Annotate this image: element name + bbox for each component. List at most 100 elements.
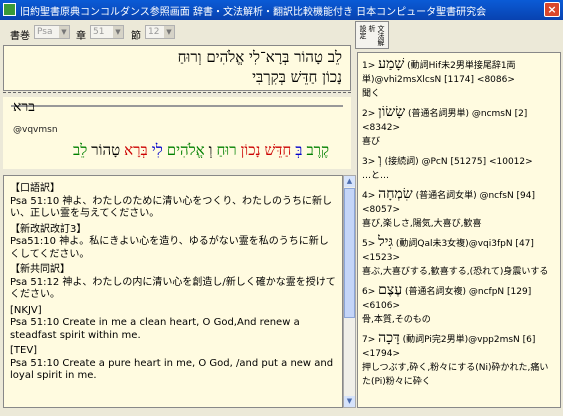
chevron-down-icon: ▼ <box>113 26 123 38</box>
lexicon-entry[interactable]: 7> דָּכָה (動詞Pi完2男単)@vpp2msN [6] <1794> 押し… <box>358 327 560 389</box>
lexicon-entry-number: 5> <box>362 239 379 249</box>
lexicon-definition: <6106> <box>362 301 400 311</box>
translation-text: Psa 51:10 Create in me a clean heart, O … <box>10 317 300 341</box>
lexicon-entry[interactable]: 6> עֶצֶם (普通名詞女複) @ncfpN [129] <6106> 骨,本質… <box>358 279 560 327</box>
lexicon-grammar: (普通名詞男単) @ncmsN [2] <box>405 109 528 119</box>
selected-word: ברא <box>13 99 36 115</box>
title-bar: 旧約聖書原典コンコルダンス参照画面 辞書・文法解析・翻訳比較機能付き 日本コンピ… <box>0 0 563 20</box>
verse-select-value: 12 <box>148 27 160 37</box>
chevron-down-icon: ▼ <box>164 26 174 38</box>
settings-parse-button[interactable]: 設定 文法解析 <box>355 21 389 49</box>
translation-scrollbar[interactable]: ▲ ▼ <box>343 175 356 408</box>
lexicon-definition: 喜び,楽しさ,陽気,大喜び,歓喜 <box>362 219 482 229</box>
lexicon-entry-head: 4> שִׂמְחָה (普通名詞女単) @ncfsN [94] <box>362 187 556 203</box>
verse-text-panel: לֵב טָהוֹר בְּרָא־לִי אֱלֹהִים וְרוּחַ נ… <box>3 45 351 91</box>
lexicon-entry-number: 1> <box>362 61 379 71</box>
lexicon-grammar: (動詞Pi完2男単)@vpp2msN [6] <box>399 335 536 345</box>
translation-text: Psa 51:12 神よ、わたしの内に清い心を創造し/新しく確かな霊を授けてくだ… <box>10 276 336 301</box>
colored-word[interactable]: חַדֵּשׁ <box>264 141 291 159</box>
translation-panel: 【口語訳】 Psa 51:10 神よ、わたしのために清い心をつくり、わたしのうちに… <box>3 175 343 408</box>
colored-word[interactable]: קֶרֶב <box>306 141 329 159</box>
colored-word[interactable]: בְּרָא <box>124 141 148 159</box>
book-select[interactable]: Psa ▼ <box>34 25 70 39</box>
lexicon-entry-number: 3> <box>362 157 379 167</box>
colored-word[interactable]: בְּ <box>295 141 302 159</box>
lexicon-definition: <8342> <box>362 123 400 133</box>
lexicon-entry[interactable]: 4> שִׂמְחָה (普通名詞女単) @ncfsN [94] <8057> 喜び… <box>358 183 560 231</box>
window-title: 旧約聖書原典コンコルダンス参照画面 辞書・文法解析・翻訳比較機能付き 日本コンピ… <box>20 7 487 18</box>
book-select-value: Psa <box>37 27 53 37</box>
lexicon-grammar: (接続詞) @PcN [51275] <10012> <box>381 157 533 167</box>
close-button[interactable]: × <box>544 2 560 17</box>
toolbar: 書巻 Psa ▼ 章 51 ▼ 節 12 ▼ <box>0 21 355 43</box>
lexicon-definition: <8057> <box>362 205 400 215</box>
lexicon-entry[interactable]: 1> שָׁמַע (動詞Hif未2男単接尾辞1両単)@vhi2msXlcsN … <box>358 53 560 101</box>
lexicon-entry-number: 6> <box>362 287 379 297</box>
translation-label: [TEV] <box>10 345 38 356</box>
translation-label: 【新改訳改訂3】 <box>10 223 87 235</box>
lexicon-grammar: (普通名詞女単) @ncfsN [94] <box>412 191 536 201</box>
scroll-down-icon[interactable]: ▼ <box>344 396 355 407</box>
verse-select[interactable]: 12 ▼ <box>145 25 175 39</box>
colored-word[interactable]: נָכוֹן <box>241 141 261 159</box>
chapter-select[interactable]: 51 ▼ <box>90 25 124 39</box>
lexicon-entry-head: 2> שָׂשׂוֹן (普通名詞男単) @ncmsN [2] <box>362 105 556 121</box>
word-divider <box>11 105 343 107</box>
hebrew-verse-line-2[interactable]: נָכוֹן חַדֵּשׁ בְּקִרְבִּי <box>4 67 350 87</box>
book-label: 書巻 <box>10 31 30 42</box>
lexicon-hebrew-word: שָׂשׂוֹן <box>378 104 406 120</box>
lexicon-definition: <1523> <box>362 253 400 263</box>
lexicon-grammar: (動詞Qal未3女複)@vqi3fpN [47] <box>392 239 534 249</box>
lexicon-entry-head: 6> עֶצֶם (普通名詞女複) @ncfpN [129] <box>362 283 556 299</box>
parse-code: @vqvmsn <box>13 125 58 135</box>
settings-button-label: 設定 <box>359 25 367 39</box>
lexicon-hebrew-word: שִׂמְחָה <box>378 186 413 202</box>
lexicon-panel: 1> שָׁמַע (動詞Hif未2男単接尾辞1両単)@vhi2msXlcsN … <box>357 52 561 408</box>
lexicon-definition: 押しつぶす,砕く,粉々にする(Ni)砕かれた,痛いた(Pi)粉々に砕く <box>362 363 549 387</box>
colored-word[interactable]: לֵב <box>73 141 87 159</box>
lexicon-definition: <1794> <box>362 349 400 359</box>
translation-text: Psa 51:10 神よ、わたしのために清い心をつくり、わたしのうちに新しい、正… <box>10 195 332 220</box>
translation-text: Psa 51:10 Create a pure heart in me, O G… <box>10 357 334 382</box>
scroll-up-icon[interactable]: ▲ <box>344 176 355 187</box>
colored-word[interactable]: אֱלֹהִים <box>167 141 205 159</box>
lexicon-hebrew-word: גִּיל <box>378 234 393 250</box>
lexicon-definition: …と… <box>362 171 390 181</box>
word-analysis-panel: ברא @vqvmsn קֶרֶב בְּ חַדֵּשׁנָכוֹןרוּחַוְ… <box>3 97 351 169</box>
lexicon-entry-number: 2> <box>362 109 379 119</box>
lexicon-entry-number: 7> <box>362 335 379 345</box>
chapter-label: 章 <box>76 31 86 42</box>
lexicon-hebrew-word: דָּכָה <box>378 330 400 346</box>
chapter-select-value: 51 <box>93 27 105 37</box>
app-icon <box>3 3 16 16</box>
lexicon-hebrew-word: שָׁמַע <box>378 56 405 72</box>
lexicon-definition: 喜び <box>362 137 381 147</box>
lexicon-definition: 喜ぶ,大喜びする,歓喜する,(恐れて)身震いする <box>362 267 549 277</box>
lexicon-hebrew-word: עֶצֶם <box>378 282 403 298</box>
lexicon-entry[interactable]: 3> וְ (接続詞) @PcN [51275] <10012> …と… <box>358 149 560 183</box>
colored-word[interactable]: וְ <box>209 141 213 159</box>
lexicon-entry-head: 3> וְ (接続詞) @PcN [51275] <10012> <box>362 153 556 169</box>
lexicon-entry[interactable]: 5> גִּיל (動詞Qal未3女複)@vqi3fpN [47] <1523> 喜… <box>358 231 560 279</box>
scroll-thumb[interactable] <box>344 188 355 318</box>
lexicon-definition: 骨,本質,そのもの <box>362 315 431 325</box>
chevron-down-icon: ▼ <box>59 26 69 38</box>
hebrew-verse-line-1[interactable]: לֵב טָהוֹר בְּרָא־לִי אֱלֹהִים וְרוּחַ <box>4 47 350 67</box>
lexicon-entry-number: 4> <box>362 191 379 201</box>
colored-word[interactable]: טָהוֹר <box>91 141 120 159</box>
translation-label: 【口語訳】 <box>10 183 60 194</box>
lexicon-entry-head: 5> גִּיל (動詞Qal未3女複)@vqi3fpN [47] <box>362 235 556 251</box>
verse-label: 節 <box>131 31 141 42</box>
lexicon-entry-head: 7> דָּכָה (動詞Pi完2男単)@vpp2msN [6] <box>362 331 556 347</box>
lexicon-entry[interactable]: 2> שָׂשׂוֹן (普通名詞男単) @ncmsN [2] <8342> 喜び <box>358 101 560 149</box>
divider <box>3 92 351 93</box>
lexicon-grammar: (普通名詞女複) @ncfpN [129] <box>402 287 532 297</box>
lexicon-definition: 聞く <box>362 89 381 99</box>
translation-text: Psa51:10 神よ。私にきよい心を造り、ゆるがない霊を私のうちに新しくしてく… <box>10 236 329 260</box>
colored-word-breakdown: קֶרֶב בְּ חַדֵּשׁנָכוֹןרוּחַוְאֱלֹהִים לִי ב… <box>73 141 333 160</box>
parse-button-label: 文法解析 <box>368 25 385 46</box>
colored-word[interactable]: לִי <box>152 141 163 159</box>
translation-label: 【新共同訳】 <box>10 264 70 275</box>
colored-word[interactable]: רוּחַ <box>217 141 237 159</box>
lexicon-entry-head: 1> שָׁמַע (動詞Hif未2男単接尾辞1両単)@vhi2msXlcsN … <box>362 57 556 87</box>
